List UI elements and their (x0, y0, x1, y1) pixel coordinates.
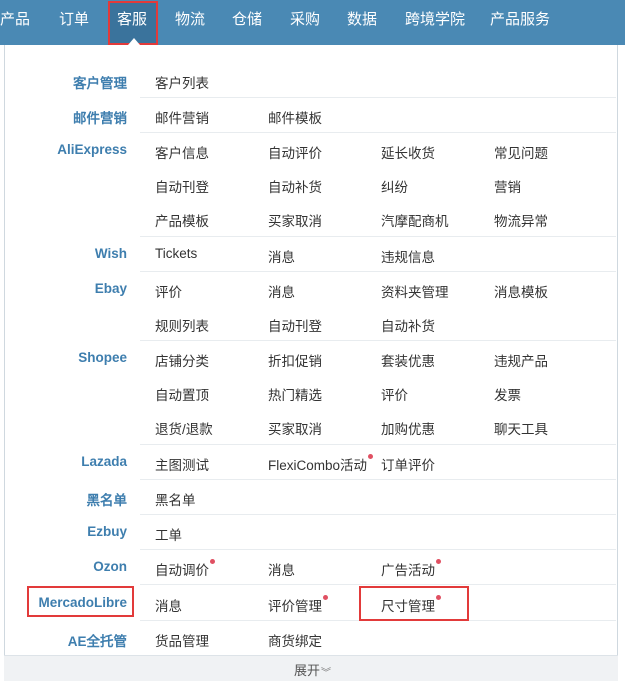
category-email-marketing: 邮件营销 (73, 111, 127, 126)
row-separator (140, 340, 616, 341)
category-ae-managed: AE全托管 (67, 634, 127, 649)
row-separator (140, 584, 616, 585)
nav-item-product[interactable]: 产品 (0, 0, 30, 45)
menu-item[interactable]: 店铺分类 (155, 350, 209, 370)
new-dot-icon (368, 454, 374, 459)
nav-item-product-service[interactable]: 产品服务 (490, 0, 550, 45)
menu-item[interactable]: 常见问题 (494, 142, 548, 162)
menu-item[interactable]: 物流异常 (494, 210, 548, 230)
category-lazada: Lazada (81, 454, 127, 469)
menu-item[interactable]: 汽摩配商机 (381, 210, 449, 230)
menu-item[interactable]: 黑名单 (155, 489, 196, 509)
menu-item[interactable]: Tickets (155, 246, 197, 261)
menu-item[interactable]: 纠纷 (381, 176, 408, 196)
row-separator (140, 132, 616, 133)
menu-item-label: 广告活动 (381, 563, 435, 578)
menu-item[interactable]: 消息 (268, 246, 295, 266)
double-chevron-down-icon: ︾ (321, 668, 332, 680)
row-separator (140, 444, 616, 445)
menu-item-label: 自动调价 (155, 563, 209, 578)
menu-item[interactable]: 自动补货 (381, 315, 435, 335)
menu-item-label: FlexiCombo活动 (268, 458, 368, 473)
menu-item[interactable]: 聊天工具 (494, 418, 548, 438)
menu-item[interactable]: 消息 (268, 559, 295, 579)
menu-item[interactable]: 主图测试 (155, 454, 209, 474)
menu-item[interactable]: 消息模板 (494, 281, 548, 301)
menu-item-label: 评价管理 (268, 599, 322, 614)
menu-item[interactable]: 自动置顶 (155, 384, 209, 404)
menu-item[interactable]: 套装优惠 (381, 350, 435, 370)
nav-item-academy[interactable]: 跨境学院 (405, 0, 465, 45)
nav-item-customer-service[interactable]: 客服 (117, 0, 147, 45)
row-separator (140, 236, 616, 237)
nav-item-orders[interactable]: 订单 (59, 0, 89, 45)
row-separator (140, 271, 616, 272)
menu-item[interactable]: 评价 (381, 384, 408, 404)
menu-item[interactable]: 买家取消 (268, 418, 322, 438)
row-separator (140, 479, 616, 480)
category-wish: Wish (94, 246, 127, 261)
menu-item[interactable]: 违规信息 (381, 246, 435, 266)
menu-item[interactable]: 产品模板 (155, 210, 209, 230)
new-dot-icon (323, 595, 328, 600)
menu-item[interactable]: 客户列表 (155, 72, 209, 92)
nav-item-purchase[interactable]: 采购 (290, 0, 320, 45)
menu-item[interactable]: 退货/退款 (155, 418, 213, 438)
menu-item[interactable]: 自动刊登 (155, 176, 209, 196)
menu-item[interactable]: 消息 (268, 281, 295, 301)
menu-item-with-new-dot[interactable]: 评价管理 (268, 595, 328, 615)
row-separator (140, 514, 616, 515)
menu-item[interactable]: 规则列表 (155, 315, 209, 335)
menu-item[interactable]: 资料夹管理 (381, 281, 449, 301)
menu-item[interactable]: 商货绑定 (268, 630, 322, 650)
menu-item[interactable]: 违规产品 (494, 350, 548, 370)
category-customer-management: 客户管理 (73, 76, 127, 91)
menu-item[interactable]: 热门精选 (268, 384, 322, 404)
menu-item[interactable]: 延长收货 (381, 142, 435, 162)
row-separator (140, 97, 616, 98)
menu-item[interactable]: 工单 (155, 524, 182, 544)
menu-item[interactable]: 买家取消 (268, 210, 322, 230)
category-blacklist: 黑名单 (86, 493, 128, 508)
menu-item[interactable]: 邮件营销 (155, 107, 209, 127)
menu-item[interactable]: 客户信息 (155, 142, 209, 162)
mercadolibre-highlight-box (27, 586, 134, 617)
nav-item-warehouse[interactable]: 仓储 (232, 0, 262, 45)
nav-item-logistics[interactable]: 物流 (175, 0, 205, 45)
menu-item[interactable]: 加购优惠 (381, 418, 435, 438)
category-ezbuy: Ezbuy (87, 524, 127, 539)
menu-item[interactable]: 消息 (155, 595, 182, 615)
nav-item-data[interactable]: 数据 (347, 0, 377, 45)
size-management-highlight-box (359, 586, 469, 621)
menu-item[interactable]: 自动评价 (268, 142, 322, 162)
menu-item[interactable]: 评价 (155, 281, 182, 301)
menu-item[interactable]: 营销 (494, 176, 521, 196)
menu-item[interactable]: 货品管理 (155, 630, 209, 650)
row-separator (140, 549, 616, 550)
menu-item[interactable]: 发票 (494, 384, 521, 404)
category-ozon: Ozon (93, 559, 127, 574)
menu-item[interactable]: 自动补货 (268, 176, 322, 196)
category-shopee: Shopee (78, 350, 127, 365)
expand-button[interactable]: 展开︾ (294, 660, 331, 679)
menu-item[interactable]: 邮件模板 (268, 107, 322, 127)
new-dot-icon (436, 559, 441, 564)
category-aliexpress: AliExpress (57, 142, 127, 157)
menu-item[interactable]: 订单评价 (381, 454, 435, 474)
category-ebay: Ebay (94, 281, 127, 296)
menu-item-with-new-dot[interactable]: FlexiCombo活动 (268, 454, 374, 474)
new-dot-icon (210, 559, 215, 564)
menu-item[interactable]: 折扣促销 (268, 350, 322, 370)
expand-label: 展开 (294, 663, 321, 678)
menu-item[interactable]: 自动刊登 (268, 315, 322, 335)
menu-item-with-new-dot[interactable]: 自动调价 (155, 559, 215, 579)
menu-item-with-new-dot[interactable]: 广告活动 (381, 559, 441, 579)
